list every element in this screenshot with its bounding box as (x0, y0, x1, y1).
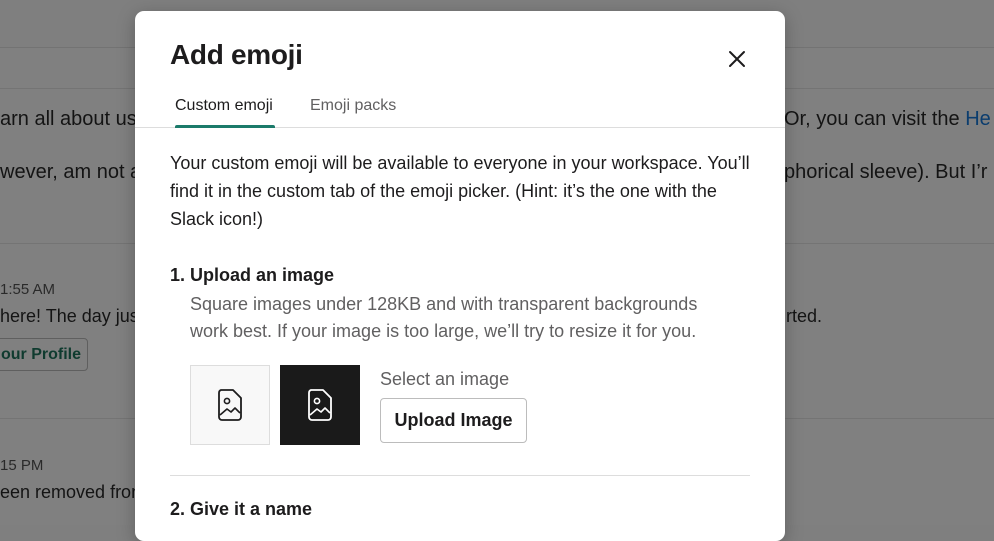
background-message-text: here! The day just (0, 306, 144, 326)
close-icon (729, 51, 745, 67)
background-help-link: He (965, 108, 991, 130)
upload-hint-text: Square images under 128KB and with trans… (190, 294, 698, 341)
dark-preview (280, 365, 360, 445)
tab-bar: Custom emoji Emoji packs (135, 95, 785, 128)
section-divider (170, 475, 750, 476)
background-profile-button: our Profile (0, 338, 88, 371)
add-emoji-dialog: Add emoji Custom emoji Emoji packs Your … (135, 11, 785, 541)
tab-custom-emoji[interactable]: Custom emoji (175, 97, 273, 115)
select-image-label: Select an image (380, 369, 510, 389)
intro-text: Your custom emoji will be available to e… (170, 153, 750, 229)
background-text-line2-left: wever, am not a (0, 161, 142, 183)
active-tab-indicator (175, 125, 275, 128)
light-preview (190, 365, 270, 445)
image-file-icon (308, 389, 332, 421)
name-section-title: 2. Give it a name (170, 499, 313, 519)
tab-emoji-packs[interactable]: Emoji packs (310, 97, 396, 115)
upload-image-button[interactable]: Upload Image (380, 398, 527, 443)
background-message-text: een removed fron (0, 482, 142, 502)
image-file-icon (218, 389, 242, 421)
dialog-title: Add emoji (170, 39, 303, 70)
background-message-text-right: rted. (786, 306, 823, 326)
close-button[interactable] (725, 47, 749, 71)
background-message-time: 1:55 AM (0, 281, 56, 298)
background-text-line2-right: phorical sleeve). But I’r (784, 161, 988, 183)
background-text-line1-left: arn all about us (0, 108, 137, 130)
background-message-time: 15 PM (0, 457, 44, 474)
upload-section-title: 1. Upload an image (170, 265, 335, 285)
background-text-line1-right: Or, you can visit the He (784, 108, 991, 130)
